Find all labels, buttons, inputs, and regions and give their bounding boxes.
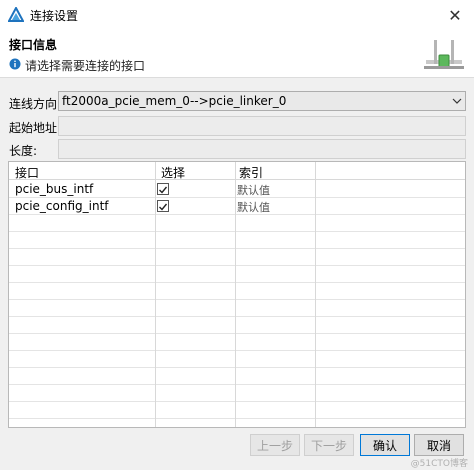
index-value[interactable]: 默认值 — [237, 199, 270, 215]
table-row — [9, 300, 465, 317]
start-address-label: 起始地址: — [9, 121, 62, 135]
interface-table: 接口 选择 索引 pcie_bus_intf 默认值 pcie_config_int… — [8, 161, 466, 428]
column-header-index[interactable]: 索引 — [239, 164, 263, 181]
column-divider — [155, 162, 156, 427]
table-row — [9, 368, 465, 385]
column-divider — [235, 162, 236, 427]
cancel-button[interactable]: 取消 — [414, 434, 464, 456]
checkmark-icon — [159, 203, 168, 211]
table-row — [9, 266, 465, 283]
app-logo-icon — [8, 7, 24, 22]
interface-name: pcie_config_intf — [15, 199, 109, 213]
table-row — [9, 232, 465, 249]
close-icon: ✕ — [448, 5, 462, 25]
checkmark-icon — [159, 186, 168, 194]
column-header-select[interactable]: 选择 — [161, 164, 185, 181]
start-address-field[interactable] — [58, 116, 466, 136]
watermark: @51CTO博客 — [410, 459, 468, 469]
interface-name: pcie_bus_intf — [15, 182, 94, 196]
chevron-down-icon — [449, 92, 465, 110]
length-label: 长度: — [9, 144, 38, 158]
page-description: 请选择需要连接的接口 — [25, 59, 146, 73]
connection-icon — [424, 40, 464, 69]
table-row — [9, 317, 465, 334]
table-row — [9, 385, 465, 402]
wizard-header: 接口信息 请选择需要连接的接口 — [0, 30, 474, 78]
ok-button[interactable]: 确认 — [360, 434, 410, 456]
table-row[interactable]: pcie_config_intf 默认值 — [9, 198, 465, 215]
next-button[interactable]: 下一步 — [304, 434, 354, 456]
window-title: 连接设置 — [30, 9, 79, 23]
column-divider — [315, 162, 316, 427]
column-header-interface[interactable]: 接口 — [15, 164, 39, 181]
prev-button[interactable]: 上一步 — [250, 434, 300, 456]
select-checkbox[interactable] — [157, 200, 169, 212]
info-icon — [9, 58, 21, 70]
select-checkbox[interactable] — [157, 183, 169, 195]
close-button[interactable]: ✕ — [444, 4, 466, 26]
table-row — [9, 351, 465, 368]
direction-label: 连线方向: — [9, 97, 62, 111]
table-header: 接口 选择 索引 — [9, 162, 465, 180]
table-row — [9, 249, 465, 266]
title-bar: 连接设置 ✕ — [0, 0, 474, 30]
table-row — [9, 402, 465, 419]
length-field[interactable] — [58, 139, 466, 159]
table-row — [9, 334, 465, 351]
page-title: 接口信息 — [9, 38, 58, 52]
table-row — [9, 215, 465, 232]
direction-value: ft2000a_pcie_mem_0-->pcie_linker_0 — [62, 94, 287, 108]
direction-select[interactable]: ft2000a_pcie_mem_0-->pcie_linker_0 — [58, 91, 466, 111]
footer-bar: 上一步 下一步 确认 取消 @51CTO博客 — [0, 428, 474, 470]
table-row[interactable]: pcie_bus_intf 默认值 — [9, 181, 465, 198]
index-value[interactable]: 默认值 — [237, 182, 270, 198]
table-row — [9, 283, 465, 300]
